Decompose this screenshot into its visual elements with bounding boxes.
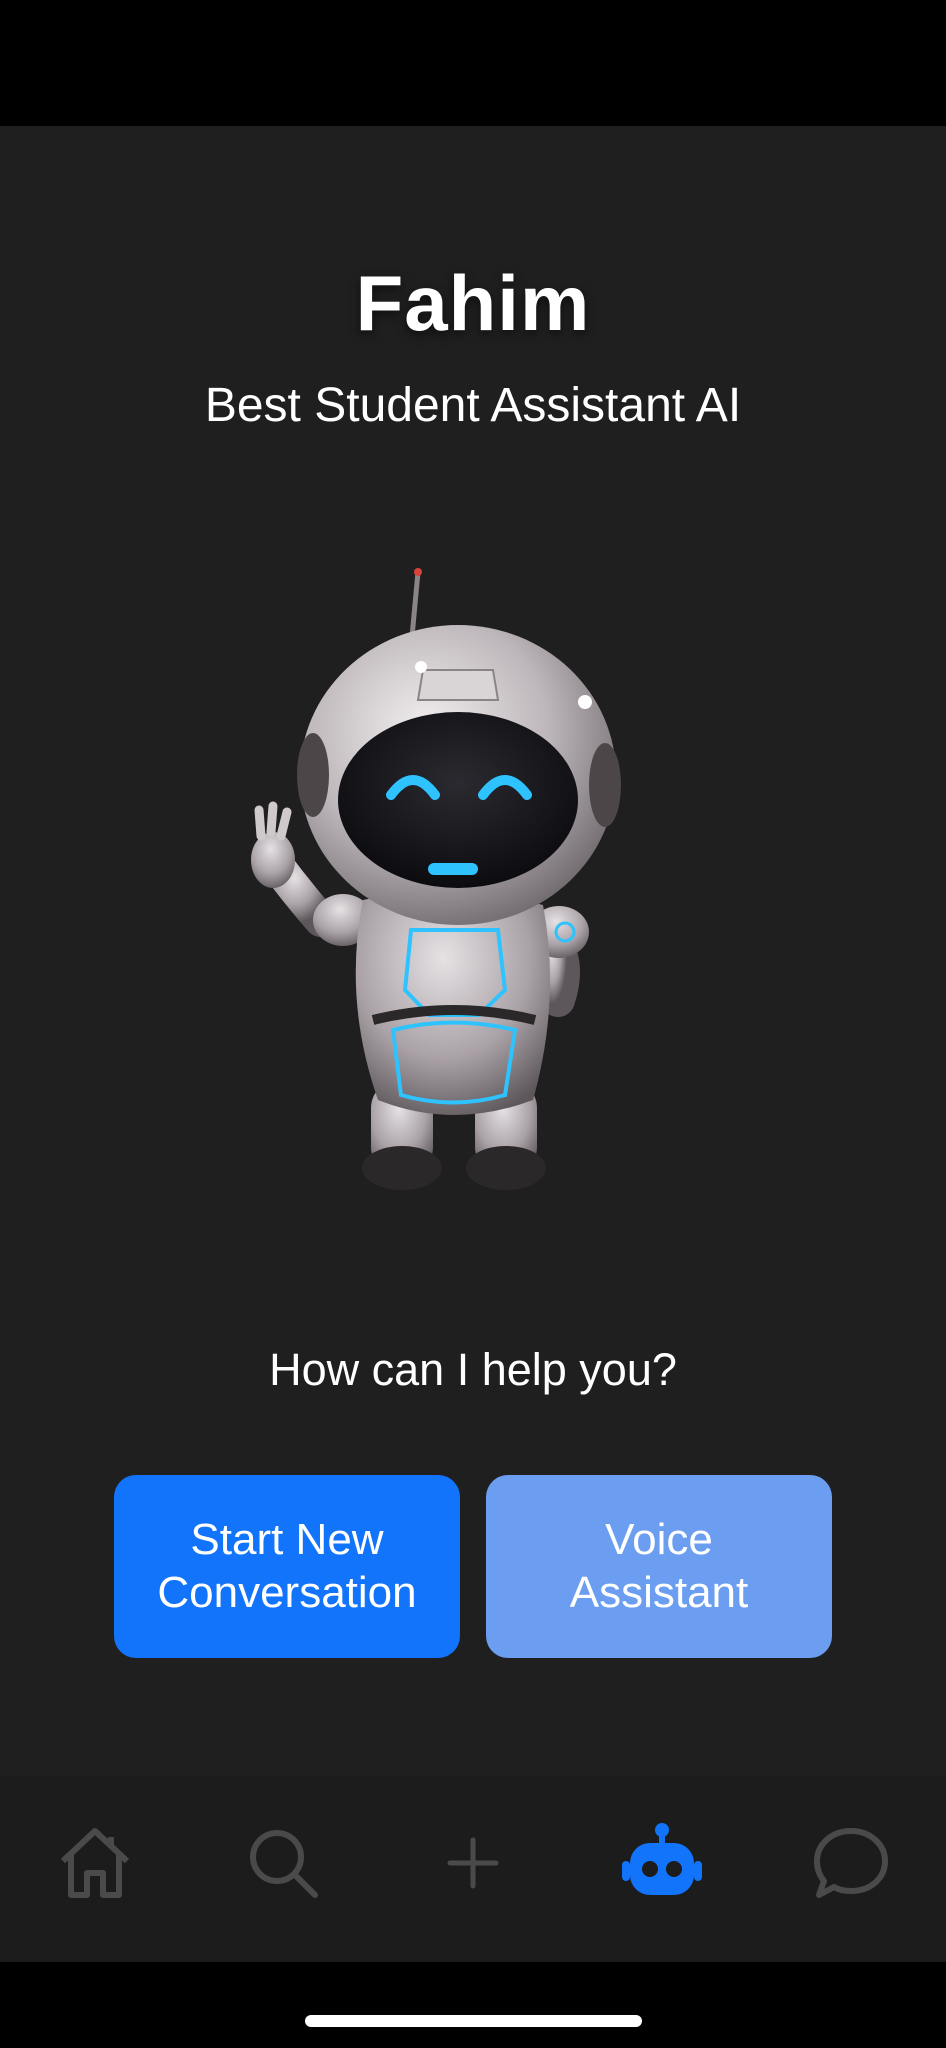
chat-bubble-icon bbox=[814, 1828, 888, 1898]
app-subtitle: Best Student Assistant AI bbox=[204, 379, 742, 432]
robot-illustration bbox=[243, 560, 673, 1200]
home-indicator-area bbox=[0, 1962, 946, 2048]
home-indicator[interactable] bbox=[305, 2015, 642, 2027]
start-new-conversation-label: Start New Conversation bbox=[157, 1514, 417, 1617]
status-bar bbox=[0, 0, 946, 126]
tab-chat[interactable] bbox=[806, 1818, 896, 1908]
voice-assistant-label: Voice Assistant bbox=[569, 1514, 749, 1617]
start-new-conversation-button[interactable]: Start New Conversation bbox=[114, 1475, 460, 1658]
plus-icon bbox=[447, 1837, 499, 1889]
tab-add[interactable] bbox=[428, 1818, 518, 1908]
tab-assistant[interactable] bbox=[617, 1818, 707, 1908]
voice-assistant-button[interactable]: Voice Assistant bbox=[486, 1475, 832, 1658]
home-icon bbox=[60, 1828, 130, 1898]
tab-search[interactable] bbox=[238, 1818, 328, 1908]
search-icon bbox=[250, 1830, 318, 1898]
tab-bar bbox=[0, 1776, 946, 1962]
robot-icon bbox=[622, 1823, 702, 1895]
help-prompt: How can I help you? bbox=[269, 1344, 677, 1395]
tab-home[interactable] bbox=[50, 1818, 140, 1908]
app-title: Fahim bbox=[355, 259, 591, 347]
